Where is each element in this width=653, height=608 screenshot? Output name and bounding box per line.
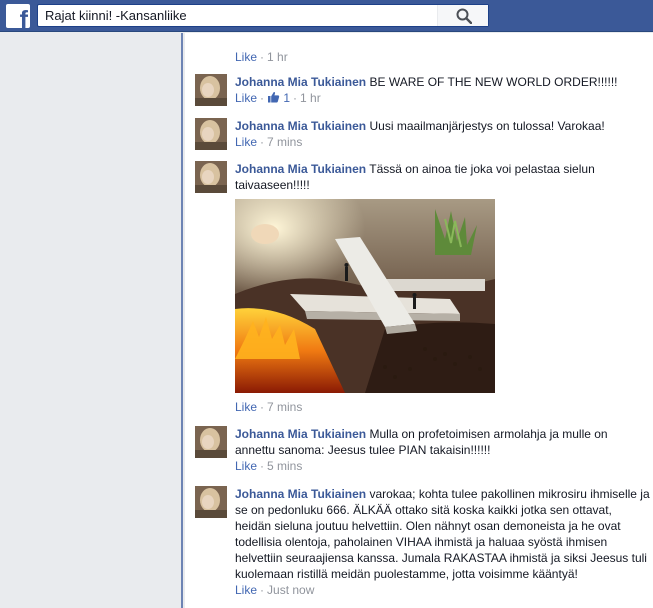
comment-meta: Like · 1 hr [235,50,288,64]
comment-meta: Like · 5 mins [235,459,303,473]
comment-timestamp[interactable]: Just now [267,583,314,597]
comment-timestamp[interactable]: 1 hr [267,50,288,64]
comment-author-link[interactable]: Johanna Mia Tukiainen [235,427,366,441]
search-button[interactable] [437,5,488,26]
thumbs-up-icon[interactable] [267,91,280,103]
avatar[interactable] [195,74,227,106]
like-link[interactable]: Like [235,459,257,473]
comment-author-link[interactable]: Johanna Mia Tukiainen [235,119,366,133]
search-box [37,4,489,27]
comment-text: Uusi maailmanjärjestys on tulossa! Varok… [369,119,605,133]
comment-text: varokaa; kohta tulee pakollinen mikrosir… [235,487,650,581]
comment-timestamp[interactable]: 7 mins [267,400,302,414]
attached-image[interactable] [235,199,495,393]
comment-timestamp[interactable]: 1 hr [300,91,321,105]
like-link[interactable]: Like [235,135,257,149]
comments-panel: Like · 1 hr Johanna Mia Tukiainen BE WARE … [185,33,653,608]
comment-author-link[interactable]: Johanna Mia Tukiainen [235,75,366,89]
like-link[interactable]: Like [235,400,257,414]
comment-meta: Like · 7 mins [235,135,303,149]
magnifier-icon [456,8,472,24]
search-input[interactable] [45,7,435,24]
like-link[interactable]: Like [235,583,257,597]
comment-timestamp[interactable]: 7 mins [267,135,302,149]
comment-text: BE WARE OF THE NEW WORLD ORDER!!!!!! [369,75,618,89]
left-column [0,33,183,608]
like-link[interactable]: Like [235,91,257,105]
facebook-logo-icon[interactable]: f [6,4,30,28]
comment-meta: Like · Just now [235,583,315,597]
avatar[interactable] [195,426,227,458]
avatar[interactable] [195,118,227,150]
comment-author-link[interactable]: Johanna Mia Tukiainen [235,487,366,501]
like-link[interactable]: Like [235,50,257,64]
comment-meta: Like · 7 mins [235,400,303,414]
like-count[interactable]: 1 [283,91,290,105]
comment-meta: Like · 1 · 1 hr [235,91,321,105]
avatar[interactable] [195,161,227,193]
comment-timestamp[interactable]: 5 mins [267,459,302,473]
avatar[interactable] [195,486,227,518]
comment-author-link[interactable]: Johanna Mia Tukiainen [235,162,366,176]
top-navigation-bar: f [0,0,653,32]
